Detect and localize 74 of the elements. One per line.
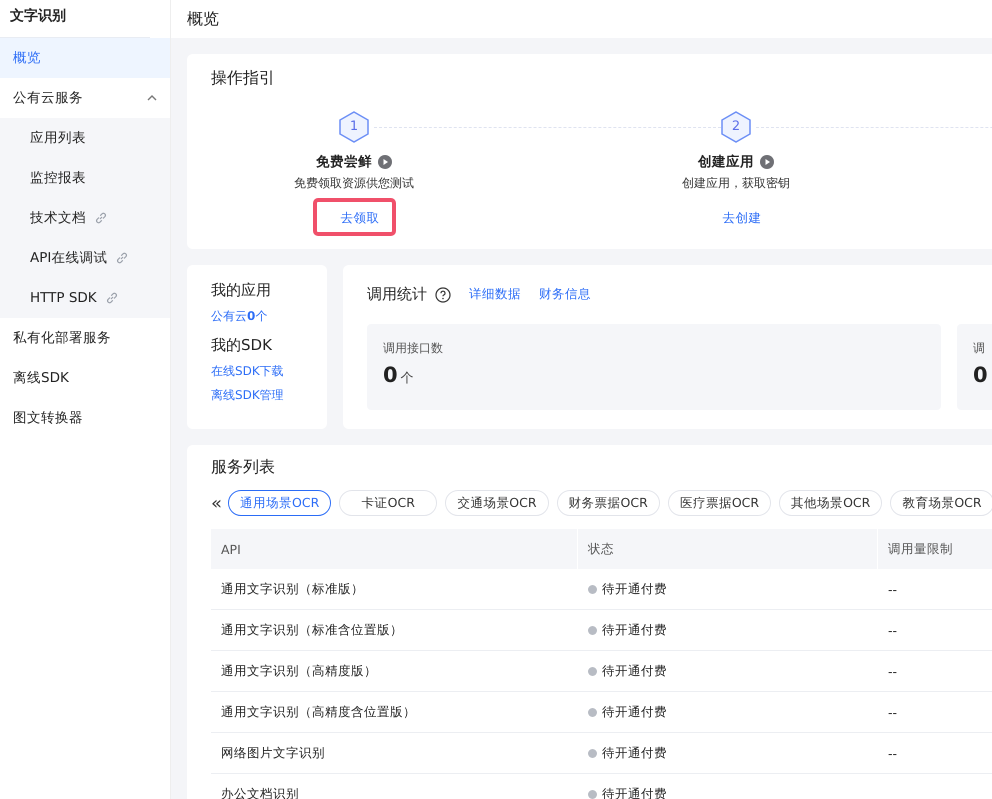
table-cell-text: 通用文字识别（标准含位置版） [220, 620, 404, 638]
table-cell-text: -- [887, 704, 898, 722]
sidebar-item[interactable]: 概览 [0, 38, 170, 78]
status-text: 待开通付费 [602, 744, 667, 762]
step-link[interactable]: 去领取 [340, 210, 380, 225]
step-title: 创建应用 [698, 153, 754, 171]
section-title: 服务列表 [211, 457, 276, 478]
step-number: 2 [721, 111, 751, 143]
link-icon [94, 211, 108, 225]
column-header: 状态 [578, 529, 878, 569]
app-count-link[interactable]: 公有云0个 [211, 304, 268, 328]
sidebar-item[interactable]: 私有化部署服务 [0, 318, 170, 358]
category-tab[interactable]: 通用场景OCR [228, 490, 332, 516]
column-header: API [211, 529, 578, 569]
table-cell-text: 通用文字识别（高精度含位置版） [220, 702, 417, 720]
sidebar-item[interactable]: 公有云服务 [0, 78, 170, 118]
sidebar-item[interactable]: API在线调试 [0, 238, 170, 278]
stats-link[interactable]: 财务信息 [539, 286, 591, 303]
table-cell-text: -- [887, 580, 898, 598]
stat-value: 0 [383, 363, 398, 387]
help-icon [435, 286, 451, 302]
status-text: 待开通付费 [602, 580, 667, 598]
status-text: 待开通付费 [602, 662, 667, 680]
sidebar-item[interactable]: HTTP SDK [0, 278, 170, 318]
step-title: 免费尝鲜 [316, 153, 372, 171]
table-cell-text: 通用文字识别（标准版） [220, 580, 365, 598]
status-dot [588, 584, 597, 594]
category-tab[interactable]: 交通场景OCR [445, 490, 549, 516]
page-title: 概览 [187, 8, 219, 30]
stats-link[interactable]: 详细数据 [469, 286, 521, 303]
scroll-left-button[interactable]: « [211, 492, 222, 514]
sidebar-item[interactable]: 图文转换器 [0, 398, 170, 438]
section-title: 操作指引 [211, 68, 276, 89]
status-text: 待开通付费 [602, 704, 667, 720]
table-cell-text: 通用文字识别（高精度版） [220, 662, 378, 680]
section-title: 我的应用 [211, 281, 271, 300]
link-icon [104, 291, 119, 305]
status-text: 待开通付费 [602, 786, 667, 799]
category-tab[interactable]: 财务票据OCR [556, 490, 660, 516]
status-dot [588, 666, 597, 676]
sidebar-item[interactable]: 应用列表 [0, 118, 170, 158]
sidebar-item[interactable]: 离线SDK [0, 358, 170, 398]
play-icon [760, 155, 774, 169]
status-dot [588, 748, 597, 758]
stat-value: 0 [973, 363, 988, 387]
category-tab[interactable]: 其他场景OCR [779, 490, 882, 516]
table-cell-text: -- [887, 662, 898, 680]
table-cell-text: -- [887, 622, 898, 640]
status-text: 待开通付费 [602, 622, 667, 638]
section-title: 调用统计 [367, 285, 427, 304]
sdk-link[interactable]: 离线SDK管理 [211, 383, 284, 407]
stat-label: 调 [973, 340, 986, 357]
step-description: 免费领取资源供您测试 [294, 175, 414, 192]
category-tab[interactable]: 医疗票据OCR [668, 490, 772, 516]
sdk-link[interactable]: 在线SDK下载 [211, 359, 284, 383]
table-cell-text: 网络图片文字识别 [220, 744, 326, 762]
step-link[interactable]: 去创建 [722, 210, 762, 225]
sidebar-item[interactable]: 技术文档 [0, 198, 170, 238]
section-title: 我的SDK [211, 336, 272, 355]
status-dot [588, 626, 597, 634]
play-icon [378, 155, 392, 169]
status-dot [588, 708, 597, 716]
link-icon [115, 251, 130, 265]
stat-unit: 个 [400, 370, 414, 387]
table-cell-text: 办公文档识别 [220, 784, 300, 799]
step-number: 1 [339, 111, 369, 143]
table-cell-text: -- [887, 744, 898, 762]
step-description: 创建应用，获取密钥 [682, 175, 790, 192]
status-dot [588, 790, 597, 798]
column-header: 调用量限制 [878, 529, 992, 569]
stat-label: 调用接口数 [383, 340, 444, 357]
category-tab[interactable]: 教育场景OCR [890, 490, 992, 516]
sidebar-item[interactable]: 监控报表 [0, 158, 170, 198]
category-tab[interactable]: 卡证OCR [339, 490, 438, 516]
